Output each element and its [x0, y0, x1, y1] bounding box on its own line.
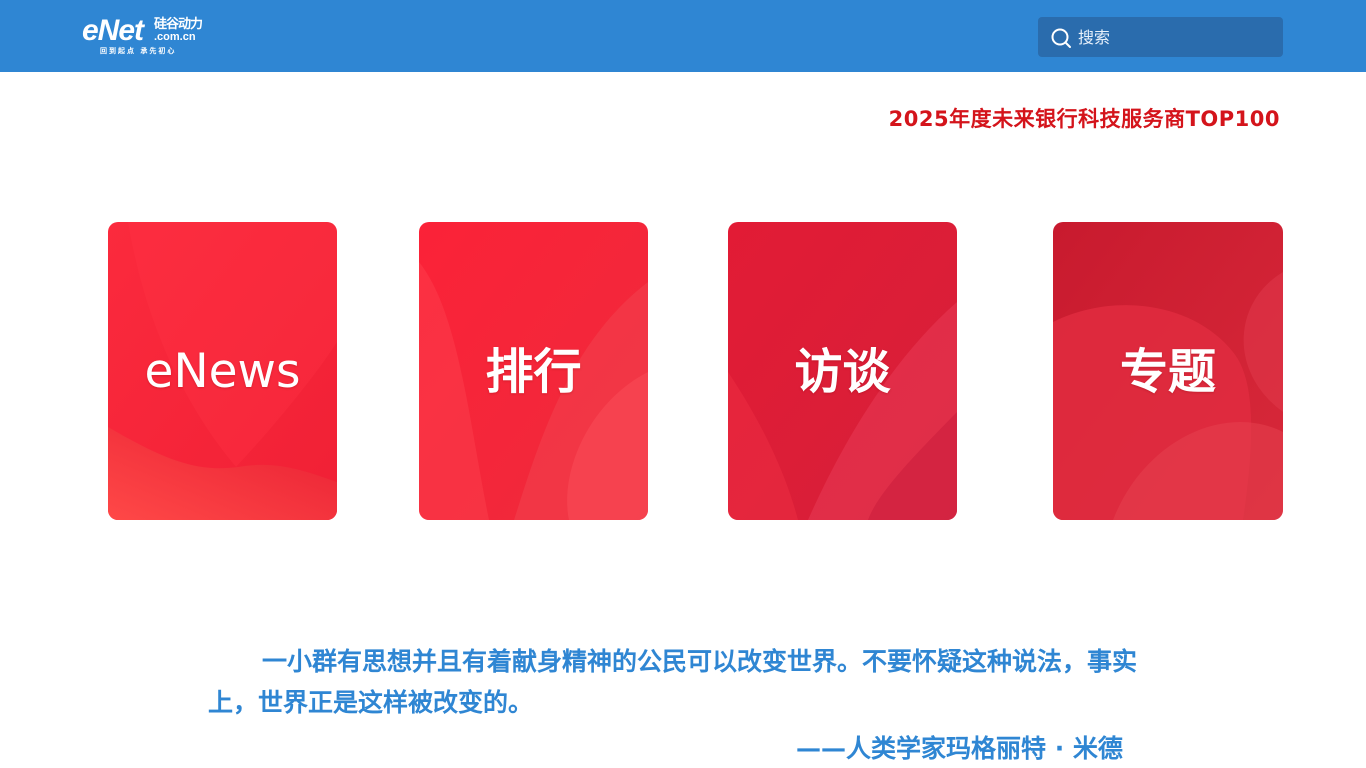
top100-ranking-link[interactable]: 2025年度未来银行科技服务商TOP100 — [870, 103, 1280, 133]
search-icon[interactable] — [1050, 27, 1072, 49]
card-special-topic[interactable]: 专题 — [1053, 222, 1283, 520]
top-header-bar: eNet 硅谷动力 .com.cn 回到起点 承先初心 — [0, 0, 1366, 72]
quote-author: ——人类学家玛格丽特 · 米德 — [796, 734, 1123, 763]
search-input[interactable] — [1076, 17, 1276, 57]
search-box[interactable] — [1038, 17, 1283, 57]
quote-block: 一小群有思想并且有着献身精神的公民可以改变世界。不要怀疑这种说法，事实上，世界正… — [208, 641, 1158, 763]
card-ranking[interactable]: 排行 — [419, 222, 648, 520]
card-label-special-topic: 专题 — [1119, 344, 1216, 400]
logo-slogan: 回到起点 承先初心 — [100, 47, 177, 55]
logo-domain: .com.cn — [154, 31, 196, 43]
logo-brand: eNet — [82, 14, 144, 47]
card-label-ranking: 排行 — [485, 344, 582, 400]
logo-brand-cn: 硅谷动力 — [154, 17, 203, 32]
card-label-enews: eNews — [144, 344, 301, 399]
card-enews[interactable]: eNews — [108, 222, 337, 520]
quote-text: 一小群有思想并且有着献身精神的公民可以改变世界。不要怀疑这种说法，事实上，世界正… — [208, 647, 1138, 717]
card-interview[interactable]: 访谈 — [728, 222, 957, 520]
card-label-interview: 访谈 — [794, 344, 891, 400]
enet-logo[interactable]: eNet 硅谷动力 .com.cn 回到起点 承先初心 — [82, 16, 217, 58]
